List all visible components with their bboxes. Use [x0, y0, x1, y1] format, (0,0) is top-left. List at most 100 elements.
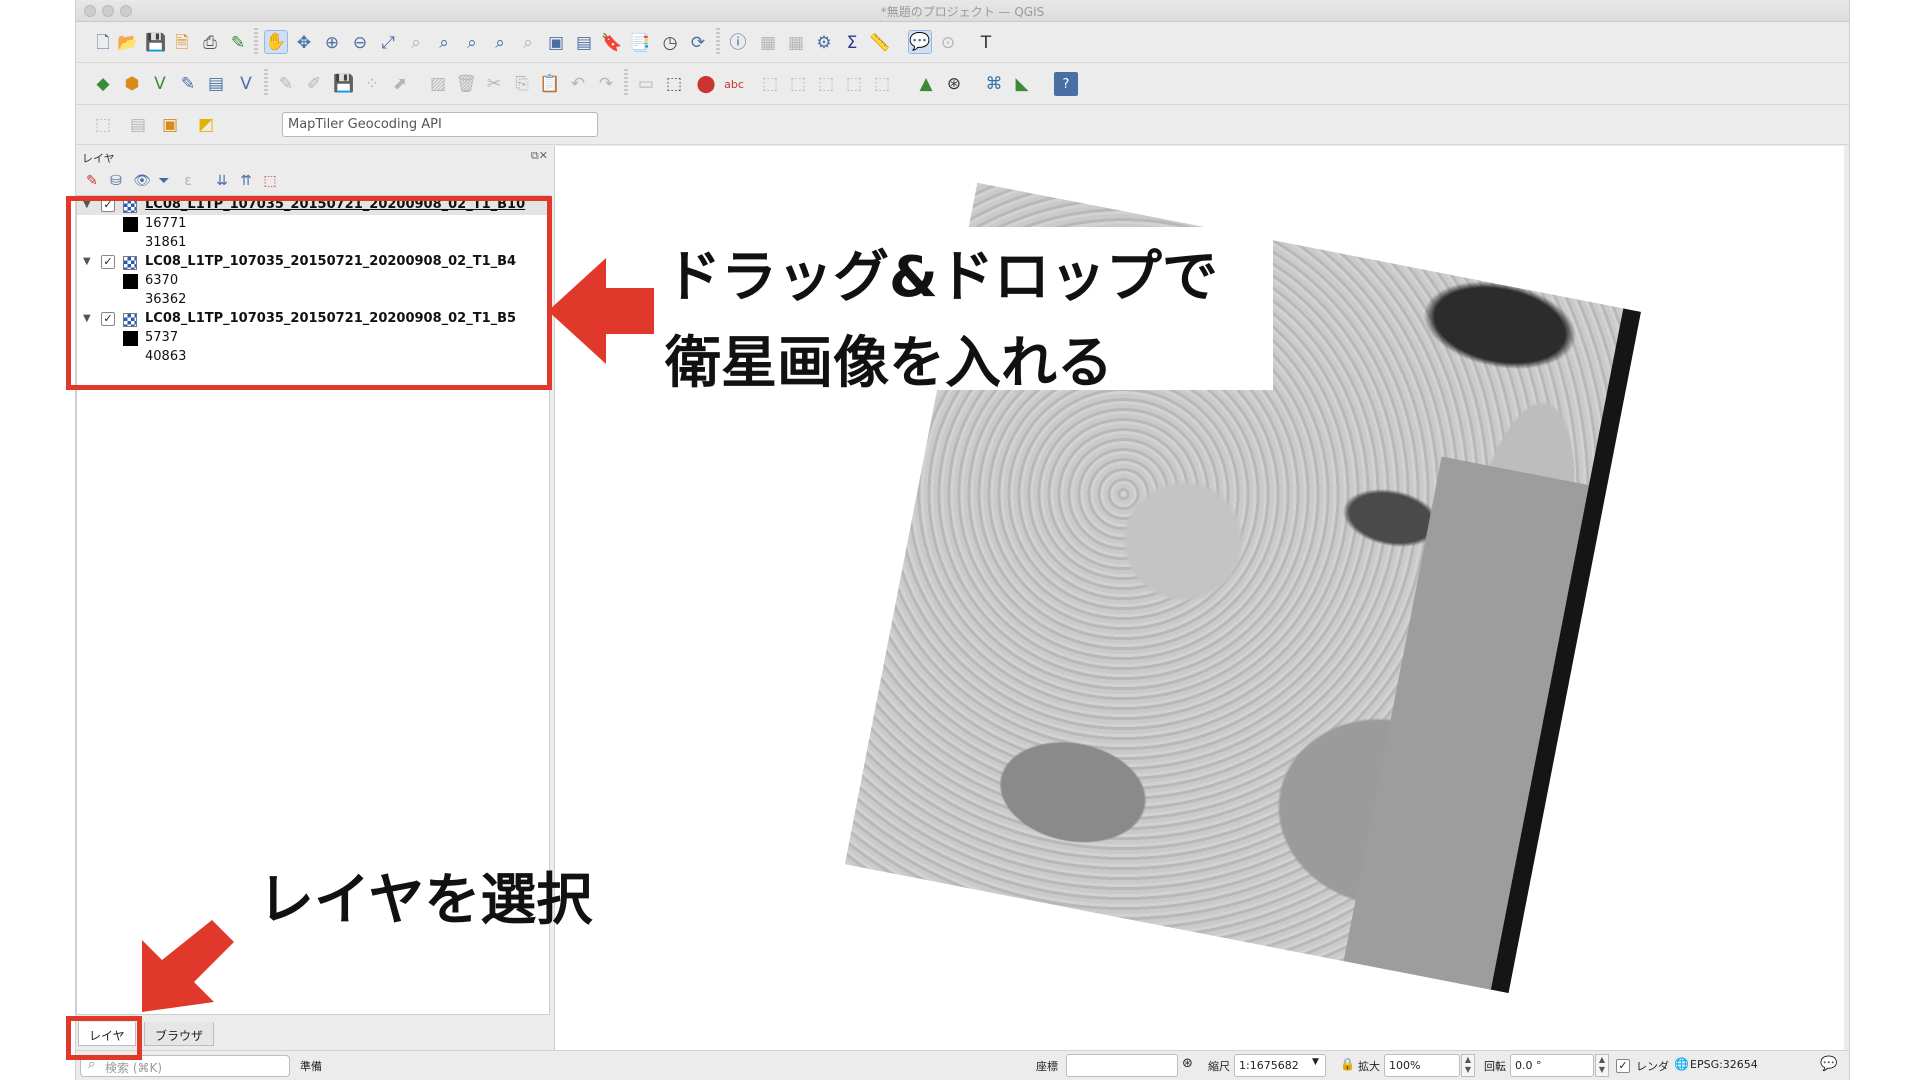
selection-toolbar: ⬚ ▤ ▣ ◩ MapTiler Geocoding API: [76, 105, 1849, 145]
style-manager-icon[interactable]: ✎: [226, 31, 250, 55]
label-tool-icon[interactable]: ▭: [634, 72, 658, 96]
zoom-to-selection-icon[interactable]: ⌕: [404, 31, 428, 55]
scale-label: 縮尺: [1208, 1060, 1230, 1073]
rotation-spinner[interactable]: ▲ ▼: [1595, 1054, 1609, 1077]
text-annotation-icon[interactable]: T: [974, 31, 998, 55]
add-vector-layer-icon[interactable]: V: [234, 72, 258, 96]
crs-globe-icon[interactable]: 🌐: [1674, 1057, 1689, 1071]
toggle-extents-icon[interactable]: ⊛: [1182, 1056, 1193, 1071]
temporal-controller-icon[interactable]: ◷: [658, 31, 682, 55]
refresh-icon[interactable]: ⟳: [686, 31, 710, 55]
identify-icon[interactable]: ⓘ: [726, 31, 750, 55]
zoom-full-icon[interactable]: ⤢: [376, 31, 400, 55]
cut-features-icon[interactable]: ✂: [482, 72, 506, 96]
delete-selected-icon[interactable]: 🗑: [454, 72, 478, 96]
profile-tool-icon[interactable]: ◣: [1010, 72, 1034, 96]
zoom-to-layer-icon[interactable]: ⌕: [432, 31, 456, 55]
zoom-in-icon[interactable]: ⊕: [320, 31, 344, 55]
remove-layer-icon[interactable]: ⬚: [260, 171, 280, 191]
change-label-icon[interactable]: ⬚: [814, 72, 838, 96]
move-label-icon[interactable]: ⬚: [758, 72, 782, 96]
coordinate-label: 座標: [1036, 1060, 1058, 1073]
rotation-field[interactable]: 0.0 °: [1510, 1054, 1594, 1077]
copy-features-icon[interactable]: ⎘: [510, 72, 534, 96]
current-edits-icon[interactable]: ✎: [274, 72, 298, 96]
toolbar-grip: [264, 69, 268, 97]
manage-themes-icon[interactable]: 👁: [132, 171, 152, 191]
save-as-icon[interactable]: 🗎: [170, 31, 194, 55]
paste-features-icon[interactable]: 📋: [538, 72, 562, 96]
render-checkbox[interactable]: ✓: [1616, 1059, 1630, 1073]
expand-all-icon[interactable]: ⇊: [212, 171, 232, 191]
attribute-table-icon[interactable]: ▦: [756, 31, 780, 55]
undo-icon[interactable]: ↶: [566, 72, 590, 96]
collapse-all-icon[interactable]: ⇈: [236, 171, 256, 191]
new-shapefile-icon[interactable]: V: [148, 72, 172, 96]
new-bookmark-icon[interactable]: 🔖: [600, 31, 624, 55]
callout-text-select-layer: レイヤを選択: [258, 868, 593, 933]
select-location-icon[interactable]: ◩: [194, 113, 218, 137]
gps-icon[interactable]: ⊛: [942, 72, 966, 96]
zoom-last-icon[interactable]: ⌕: [488, 31, 512, 55]
deselect-icon[interactable]: ▣: [158, 113, 182, 137]
digitize-icon[interactable]: ✎: [176, 72, 200, 96]
annotation-icon[interactable]: ⊙: [936, 31, 960, 55]
zoom-next-icon[interactable]: ⌕: [516, 31, 540, 55]
redo-icon[interactable]: ↷: [594, 72, 618, 96]
toggle-editing-icon[interactable]: ✐: [302, 72, 326, 96]
help-icon[interactable]: ?: [1054, 72, 1078, 96]
show-labels-icon[interactable]: abc: [722, 72, 746, 96]
pan-to-selection-icon[interactable]: ✥: [292, 31, 316, 55]
geocoder-search-input[interactable]: MapTiler Geocoding API: [282, 112, 598, 137]
processing-toolbox-icon[interactable]: ⚙: [812, 31, 836, 55]
new-geopackage-icon[interactable]: ⬢: [120, 72, 144, 96]
label-props-2-icon[interactable]: ⬚: [870, 72, 894, 96]
pin-labels-icon[interactable]: ⬚: [662, 72, 686, 96]
zoom-out-icon[interactable]: ⊖: [348, 31, 372, 55]
add-feature-icon[interactable]: ⁘: [360, 72, 384, 96]
scale-dropdown-icon[interactable]: ▼: [1312, 1057, 1319, 1067]
rotate-label-icon[interactable]: ⬚: [786, 72, 810, 96]
layers-toolbar: ✎ ⛁ 👁 ⏷ ε ⇊ ⇈ ⬚: [82, 170, 542, 192]
open-styling-icon[interactable]: ✎: [82, 171, 102, 191]
map-tips-icon[interactable]: 💬: [908, 30, 932, 54]
magnifier-spinner[interactable]: ▲ ▼: [1461, 1054, 1475, 1077]
messages-icon[interactable]: 💬: [1820, 1056, 1837, 1072]
save-project-icon[interactable]: 💾: [144, 31, 168, 55]
filter-expression-icon[interactable]: ε: [178, 171, 198, 191]
magnifier-field[interactable]: 100%: [1384, 1054, 1460, 1077]
search-placeholder: 検索 (⌘K): [105, 1061, 163, 1075]
red-arrow-diagonal-icon: [142, 920, 234, 1012]
new-project-icon[interactable]: 🗋: [91, 31, 115, 55]
show-bookmarks-icon[interactable]: 📑: [628, 31, 652, 55]
crs-label[interactable]: EPSG:32654: [1690, 1058, 1758, 1071]
label-props-icon[interactable]: ⬚: [842, 72, 866, 96]
save-edits-icon[interactable]: 💾: [332, 72, 356, 96]
print-layout-icon[interactable]: ⎙: [198, 31, 222, 55]
pan-icon[interactable]: ✋: [264, 30, 288, 54]
highlight-labels-icon[interactable]: ⬤: [694, 72, 718, 96]
tab-browser[interactable]: ブラウザ: [144, 1022, 215, 1046]
modify-attributes-icon[interactable]: ▨: [426, 72, 450, 96]
coordinate-field[interactable]: [1066, 1054, 1178, 1077]
panel-float-close-buttons[interactable]: ⧉✕: [531, 149, 548, 163]
lock-scale-icon[interactable]: 🔒: [1340, 1057, 1355, 1071]
select-features-icon[interactable]: ⬚: [91, 113, 115, 137]
filter-legend-icon[interactable]: ⏷: [154, 171, 174, 191]
add-group-icon[interactable]: ⛁: [106, 171, 126, 191]
layers-tab-highlight-box: [66, 1016, 142, 1060]
new-3d-view-icon[interactable]: ▤: [572, 31, 596, 55]
open-project-icon[interactable]: 📂: [116, 31, 140, 55]
python-icon[interactable]: ⌘: [982, 72, 1006, 96]
georeferencer-icon[interactable]: ▲: [914, 72, 938, 96]
select-by-value-icon[interactable]: ▤: [126, 113, 150, 137]
vertex-tool-icon[interactable]: ⬈: [388, 72, 412, 96]
statistics-icon[interactable]: Σ: [840, 31, 864, 55]
new-virtual-layer-icon[interactable]: ▤: [204, 72, 228, 96]
zoom-native-icon[interactable]: ⌕: [460, 31, 484, 55]
field-calculator-icon[interactable]: ▦: [784, 31, 808, 55]
panel-title: レイヤ: [82, 152, 115, 165]
data-source-manager-icon[interactable]: ◆: [91, 72, 115, 96]
measure-icon[interactable]: 📏: [868, 31, 892, 55]
new-map-view-icon[interactable]: ▣: [544, 31, 568, 55]
